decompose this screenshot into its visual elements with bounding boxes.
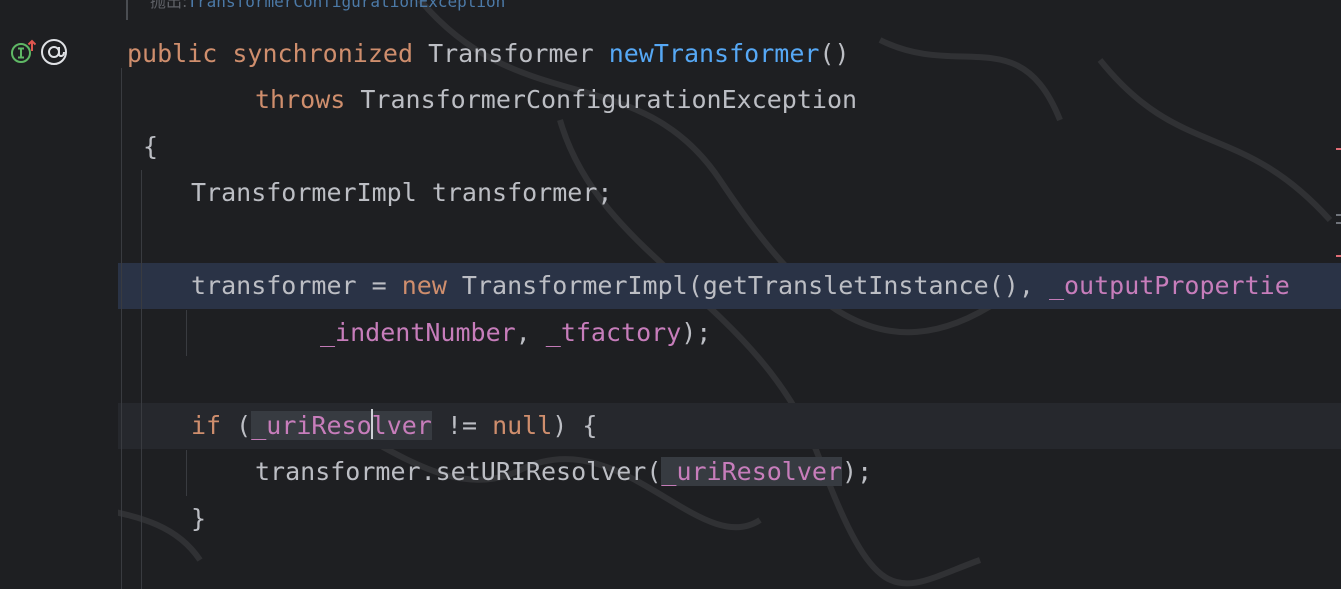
if-close: ) { xyxy=(552,411,598,440)
keyword-public: public xyxy=(127,39,218,68)
field-uri-resolver-highlighted[interactable]: _uriResolver xyxy=(251,409,432,440)
field-uri-resolver-occurrence[interactable]: _uriResolver xyxy=(661,457,843,486)
constructor-call: TransformerImpl(getTransletInstance(), xyxy=(446,271,1049,300)
field-output-properties: _outputPropertie xyxy=(1048,271,1290,300)
keyword-null: null xyxy=(492,411,553,440)
block-indent-guide xyxy=(141,170,142,589)
close-brace: } xyxy=(191,504,207,533)
info-stripe-marker[interactable] xyxy=(1336,214,1341,216)
return-type: Transformer xyxy=(428,39,594,68)
argument-separator: , xyxy=(515,318,546,347)
assignment-lhs: transformer = xyxy=(191,271,402,300)
doc-exception-link[interactable]: TransformerConfigurationException xyxy=(187,0,505,11)
throws-exception-type: TransformerConfigurationException xyxy=(360,85,858,114)
if-block-indent-guide xyxy=(186,450,187,496)
code-line-6[interactable]: _indentNumber, _tfactory); xyxy=(320,310,711,356)
method-name: newTransformer xyxy=(608,39,820,68)
doc-comment-rule xyxy=(126,0,128,20)
rendered-doc-throws: 抛出:TransformerConfigurationException xyxy=(150,0,505,12)
declaration-text: TransformerImpl transformer; xyxy=(191,178,613,207)
code-line-7[interactable]: if (_uriResolver != null) { xyxy=(191,403,597,449)
field-indent-number: _indentNumber xyxy=(320,318,516,347)
method-indent-guide xyxy=(121,68,122,589)
keyword-throws: throws xyxy=(255,85,346,114)
keyword-synchronized: synchronized xyxy=(232,39,413,68)
code-line-4[interactable]: TransformerImpl transformer; xyxy=(191,170,612,216)
error-stripe-marker[interactable] xyxy=(1336,148,1341,150)
implements-up-arrow-icon[interactable] xyxy=(10,39,37,65)
not-equal-operator: != xyxy=(431,411,493,440)
code-line-1[interactable]: public synchronized Transformer newTrans… xyxy=(127,31,850,77)
call-close: ); xyxy=(681,318,712,347)
at-annotation-icon[interactable] xyxy=(38,36,70,68)
code-line-9[interactable]: } xyxy=(191,496,206,542)
open-brace: { xyxy=(143,132,159,161)
call-close: ); xyxy=(842,457,873,486)
gutter-icon-group xyxy=(10,36,70,68)
info-stripe-marker[interactable] xyxy=(1336,222,1341,224)
code-line-8[interactable]: transformer.setURIResolver(_uriResolver)… xyxy=(255,449,872,495)
method-parens: () xyxy=(819,39,850,68)
if-open-paren: ( xyxy=(221,411,252,440)
editor-gutter[interactable] xyxy=(0,0,118,589)
error-stripe-marker[interactable] xyxy=(1336,255,1341,257)
code-editor[interactable]: 抛出:TransformerConfigurationException pub… xyxy=(0,0,1341,589)
field-tfactory: _tfactory xyxy=(545,318,682,347)
code-line-2[interactable]: throws TransformerConfigurationException xyxy=(255,77,857,123)
doc-throws-label: 抛出: xyxy=(150,0,188,11)
code-line-5[interactable]: transformer = new TransformerImpl(getTra… xyxy=(191,263,1290,309)
continuation-indent-guide xyxy=(186,310,187,356)
set-uri-resolver-call: transformer.setURIResolver( xyxy=(255,457,662,486)
keyword-if: if xyxy=(191,411,222,440)
keyword-new: new xyxy=(401,271,447,300)
code-line-3[interactable]: { xyxy=(143,124,158,170)
